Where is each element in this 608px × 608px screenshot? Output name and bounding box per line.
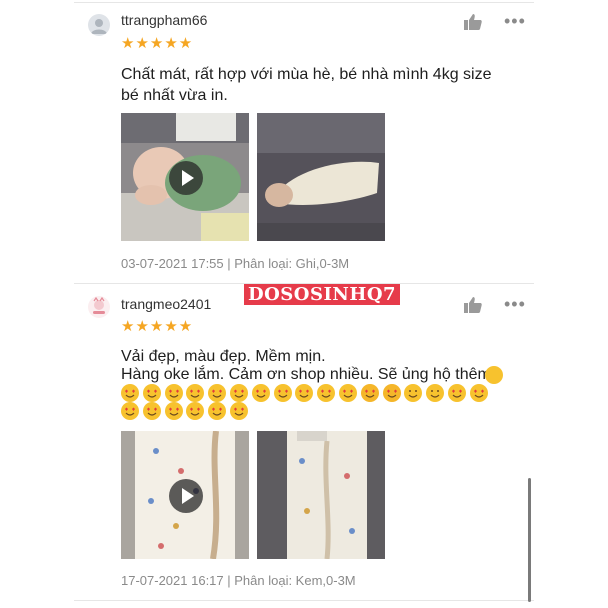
review-meta: 17-07-2021 16:17 | Phân loại: Kem,0-3M [121,573,356,588]
review-video-thumbnail[interactable] [121,431,249,559]
kissing-emoji [404,383,423,402]
play-icon[interactable] [169,479,203,513]
swaddle-photo [257,113,385,241]
emoji-row-2 [121,400,252,421]
heart-eyes-emoji [273,383,292,402]
heart-eyes-emoji [121,401,139,420]
heart-eyes-emoji [186,401,205,420]
more-icon[interactable]: ••• [504,12,526,30]
heart-eyes-emoji [229,401,248,420]
bottom-divider [74,600,534,601]
smiling-hearts-emoji [382,383,401,402]
heart-eyes-emoji [447,383,466,402]
avatar[interactable] [88,296,110,318]
sleepsuit-photo [257,431,385,559]
smiling-hearts-emoji [360,383,379,402]
blush-emoji [426,383,445,402]
review-text: Chất mát, rất hợp với mùa hè, bé nhà mìn… [121,66,492,104]
default-user-icon [91,19,107,34]
heart-eyes-emoji [142,401,161,420]
heart-eyes-emoji [338,383,357,402]
watermark: DOSOSINHQ7 [244,284,401,305]
star-rating: ★★★★★ [121,35,194,52]
heart-eyes-emoji [295,383,314,402]
heart-eyes-emoji [251,383,270,402]
more-icon[interactable]: ••• [504,295,526,313]
heart-eyes-emoji [469,383,488,402]
star-rating: ★★★★★ [121,318,194,335]
review-username[interactable]: ttrangpham66 [121,12,207,28]
review-username[interactable]: trangmeo2401 [121,296,211,312]
review-photo-thumbnail[interactable] [257,431,385,559]
review-video-thumbnail[interactable] [121,113,249,241]
scrollbar[interactable] [528,478,531,602]
review-photo-thumbnail[interactable] [257,113,385,241]
thumbs-up-icon[interactable] [464,297,482,313]
heart-eyes-emoji [485,366,503,384]
heart-eyes-emoji [317,383,336,402]
play-icon[interactable] [169,161,203,195]
heart-eyes-emoji [208,401,227,420]
top-divider [74,2,534,3]
thumbs-up-icon[interactable] [464,14,482,30]
avatar-image [93,296,105,314]
review-meta: 03-07-2021 17:55 | Phân loại: Ghi,0-3M [121,256,350,271]
avatar[interactable] [88,14,110,36]
heart-eyes-emoji [164,401,183,420]
